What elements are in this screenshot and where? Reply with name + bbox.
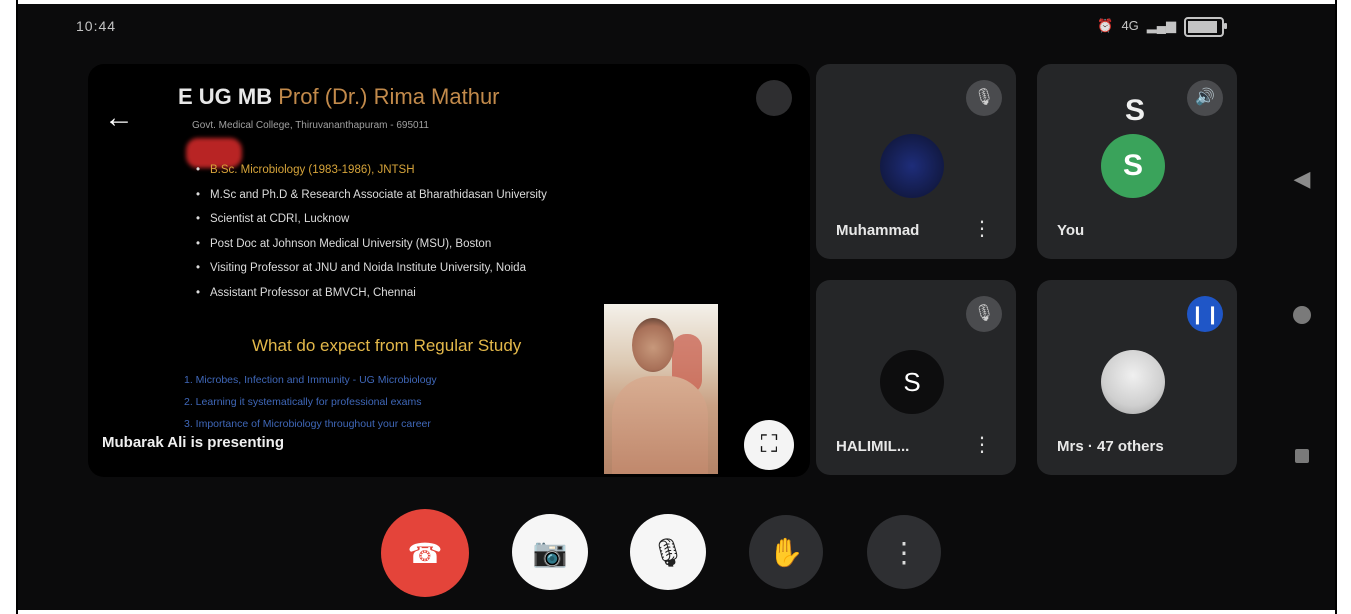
mic-muted-icon: 🎙 — [966, 80, 1002, 116]
meeting-screen: 10:44 ⏰ 4G ▂▄▆ ← E UG MB Prof (Dr.) Rima… — [18, 4, 1336, 610]
mic-toggle-button[interactable]: 🎙 — [630, 514, 706, 590]
slide-heading: What do expect from Regular Study — [252, 336, 522, 355]
presentation-options-button[interactable] — [756, 80, 792, 116]
mic-off-icon: 🎙 — [650, 536, 686, 568]
slide-title-main: E UG MB — [178, 84, 273, 109]
participant-tile-others[interactable]: ❙❙ Mrs · 47 others — [1037, 280, 1237, 475]
slide-bullet: B.Sc. Microbiology (1983-1986), JNTSH — [196, 164, 547, 176]
slide-bullet: M.Sc and Ph.D & Research Associate at Bh… — [196, 189, 547, 201]
speaker-icon: 🔊 — [1187, 80, 1223, 116]
right-border — [1335, 0, 1337, 614]
end-call-button[interactable]: ☎ — [381, 509, 469, 597]
participant-tile[interactable]: 🎙 S HALIMIL... ⋮ — [816, 280, 1016, 475]
slide-title-accent: Prof (Dr.) Rima Mathur — [278, 84, 500, 109]
participant-tile[interactable]: 🎙 Muhammad ⋮ — [816, 64, 1016, 259]
presenter-label: Mubarak Ali is presenting — [102, 434, 284, 451]
camera-toggle-button[interactable]: 📷 — [512, 514, 588, 590]
more-vert-icon[interactable]: ⋮ — [972, 432, 992, 457]
presenter-head — [632, 318, 674, 372]
audio-active-icon: ❙❙ — [1187, 296, 1223, 332]
participant-tile-self[interactable]: S 🔊 S You — [1037, 64, 1237, 259]
left-border — [16, 0, 18, 614]
slide-bullet: Post Doc at Johnson Medical University (… — [196, 238, 547, 250]
avatar — [880, 134, 944, 198]
participant-name: Muhammad — [836, 222, 920, 239]
avatar: S — [880, 350, 944, 414]
phone-hangup-icon: ☎ — [407, 537, 443, 569]
shared-screen: ← E UG MB Prof (Dr.) Rima Mathur Govt. M… — [88, 64, 810, 477]
slide-subtitle: Govt. Medical College, Thiruvananthapura… — [192, 120, 429, 131]
presenter-video[interactable] — [604, 304, 718, 474]
more-options-button[interactable]: ⋮ — [867, 515, 941, 589]
alarm-icon: ⏰ — [1097, 18, 1114, 33]
fullscreen-icon[interactable]: ⛶ — [744, 420, 794, 470]
participant-name: Mrs · 47 others — [1057, 438, 1164, 455]
slide-bullet-list: B.Sc. Microbiology (1983-1986), JNTSH M.… — [196, 164, 547, 311]
camera-off-icon: 📷 — [532, 536, 568, 568]
nav-home-icon[interactable] — [1280, 293, 1324, 337]
avatar — [1101, 350, 1165, 414]
status-bar: 10:44 ⏰ 4G ▂▄▆ — [18, 4, 1336, 48]
presenter-body — [612, 376, 708, 474]
avatar: S — [1101, 134, 1165, 198]
signal-label: 4G — [1121, 18, 1139, 33]
battery-icon — [1184, 17, 1227, 37]
back-arrow-icon[interactable]: ← — [101, 100, 137, 136]
raise-hand-button[interactable]: ✋ — [749, 515, 823, 589]
hand-icon: ✋ — [768, 536, 804, 568]
slide-bullet: Scientist at CDRI, Lucknow — [196, 213, 547, 225]
signal-icon: ▂▄▆ — [1146, 18, 1176, 33]
status-time: 10:44 — [76, 18, 117, 34]
slide-title: E UG MB Prof (Dr.) Rima Mathur — [178, 84, 500, 110]
slide-bullet: Visiting Professor at JNU and Noida Inst… — [196, 262, 547, 274]
nav-recents-icon[interactable] — [1280, 434, 1324, 478]
participant-name: You — [1057, 222, 1085, 239]
slide-bullet: Assistant Professor at BMVCH, Chennai — [196, 287, 547, 299]
more-vert-icon: ⋮ — [890, 536, 918, 568]
more-vert-icon[interactable]: ⋮ — [972, 216, 992, 241]
self-initial: S — [1125, 94, 1146, 127]
status-icons: ⏰ 4G ▂▄▆ — [1097, 17, 1227, 38]
nav-back-icon[interactable]: ◀ — [1280, 157, 1324, 201]
participant-name: HALIMIL... — [836, 438, 910, 455]
mic-muted-icon: 🎙 — [966, 296, 1002, 332]
